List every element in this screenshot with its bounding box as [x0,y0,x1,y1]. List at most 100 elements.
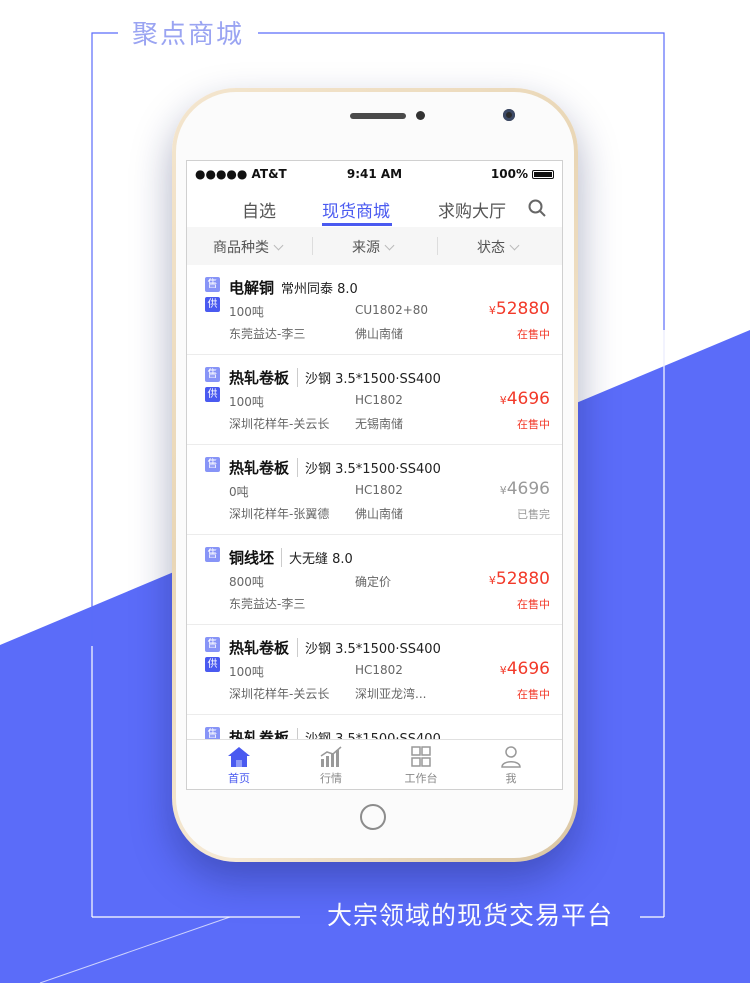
nav-me[interactable]: 我 [481,746,541,786]
item-quantity: 100吨 [229,395,264,409]
supply-badge: 供 [205,387,220,402]
battery-percent: 100% [490,167,528,181]
item-code: CU1802+80 [355,303,429,317]
item-spec: 沙钢 3.5*1500·SS400 [297,638,441,657]
filter-source-label: 来源 [352,240,380,256]
list-item[interactable]: 售 铜线坯 大无缝 8.0 800吨 确定价 东莞益达-李三 ¥52880 在售… [187,535,562,625]
nav-home-label: 首页 [228,772,250,785]
earpiece-speaker [350,113,406,119]
filter-divider [312,237,313,255]
item-status: 在售中 [517,328,550,341]
tab-favorites[interactable]: 自选 [242,197,276,222]
filter-status[interactable]: 状态 [477,237,520,257]
home-button[interactable] [360,804,386,830]
currency-symbol: ¥ [499,664,507,677]
sell-badge: 售 [205,547,220,562]
top-tabs: 自选 现货商城 求购大厅 [187,187,562,227]
item-spec: 沙钢 3.5*1500·SS400 [297,368,441,387]
item-price-value: 52880 [495,569,550,589]
supply-badge: 供 [205,297,220,312]
item-seller: 深圳花样年-关云长 [229,687,330,701]
item-price: ¥52880 [489,299,550,319]
promo-title: 聚点商城 [118,14,258,51]
active-tab-indicator [322,223,392,226]
item-code: HC1802 [355,393,403,407]
item-seller: 东莞益达-李三 [229,327,306,341]
list-item[interactable]: 售 供 热轧卷板 沙钢 3.5*1500·SS400 100吨 HC1802 深… [187,625,562,715]
item-spec: 常州同泰 8.0 [281,282,358,297]
home-icon [228,747,250,767]
item-price-value: 4696 [506,659,550,679]
item-quantity: 0吨 [229,485,249,499]
list-item[interactable]: 售 热轧卷板 沙钢 3.5*1500·SS400 0吨 HC1802 深圳花样年… [187,445,562,535]
item-code: 确定价 [355,575,392,589]
currency-symbol: ¥ [499,394,507,407]
promo-slogan: 大宗领域的现货交易平台 [300,896,640,932]
item-spec: 大无缝 8.0 [281,548,353,567]
item-warehouse: 深圳亚龙湾... [355,687,427,701]
battery-icon [532,170,554,179]
front-camera-icon [503,109,515,121]
bottom-nav: 首页 行情 工作台 我 [187,739,562,789]
item-warehouse: 佛山南储 [355,327,404,341]
supply-badge: 供 [205,657,220,672]
filter-status-label: 状态 [477,240,505,256]
chart-icon [320,746,342,767]
item-seller: 东莞益达-李三 [229,597,306,611]
currency-symbol: ¥ [488,304,496,317]
item-seller: 深圳花样年-关云长 [229,417,330,431]
chevron-down-icon [273,240,284,251]
item-price: ¥4696 [500,389,550,409]
sell-badge: 售 [205,277,220,292]
item-quantity: 800吨 [229,575,264,589]
currency-symbol: ¥ [488,574,496,587]
product-list: 售 供 电解铜 常州同泰 8.0 100吨 CU1802+80 东莞益达-李三 … [187,265,562,741]
item-quantity: 100吨 [229,305,264,319]
item-price-value: 4696 [506,389,550,409]
nav-market-label: 行情 [320,772,342,785]
status-bar: ●●●●● AT&T 9:41 AM 100% [187,161,562,187]
sell-badge: 售 [205,637,220,652]
item-status: 在售中 [517,688,550,701]
sell-badge: 售 [205,367,220,382]
nav-me-label: 我 [505,772,517,785]
item-status: 已售完 [517,508,550,521]
item-title: 热轧卷板 [229,369,290,387]
item-quantity: 100吨 [229,665,264,679]
list-item[interactable]: 售 热轧卷板 沙钢 3.5*1500·SS400 [187,715,562,741]
filter-category-label: 商品种类 [213,240,269,256]
filter-bar: 商品种类 来源 状态 [187,227,562,265]
item-price-value: 4696 [506,479,550,499]
nav-home[interactable]: 首页 [209,746,269,786]
item-warehouse: 无锡南储 [355,417,404,431]
tab-spot-mall[interactable]: 现货商城 [322,197,390,222]
item-code: HC1802 [355,483,403,497]
item-code: HC1802 [355,663,403,677]
item-warehouse: 佛山南储 [355,507,404,521]
sell-badge: 售 [205,457,220,472]
list-item[interactable]: 售 供 热轧卷板 沙钢 3.5*1500·SS400 100吨 HC1802 深… [187,355,562,445]
tab-purchase-hall[interactable]: 求购大厅 [438,197,506,222]
item-price: ¥52880 [489,569,550,589]
currency-symbol: ¥ [499,484,507,497]
nav-workbench-label: 工作台 [404,772,438,785]
chevron-down-icon [384,240,395,251]
item-spec: 沙钢 3.5*1500·SS400 [297,458,441,477]
user-icon [501,746,521,768]
filter-category[interactable]: 商品种类 [213,237,284,257]
item-title: 热轧卷板 [229,459,290,477]
filter-divider [437,237,438,255]
item-title: 热轧卷板 [229,639,290,657]
nav-market[interactable]: 行情 [301,746,361,786]
item-price: ¥4696 [500,479,550,499]
item-seller: 深圳花样年-张翼德 [229,507,330,521]
phone-screen: ●●●●● AT&T 9:41 AM 100% 自选 现货商城 求购大厅 商品种… [186,160,563,790]
grid-icon [411,746,431,767]
item-price-value: 52880 [495,299,550,319]
proximity-sensor [416,111,425,120]
search-icon[interactable] [528,199,546,217]
chevron-down-icon [509,240,520,251]
nav-workbench[interactable]: 工作台 [391,746,451,786]
list-item[interactable]: 售 供 电解铜 常州同泰 8.0 100吨 CU1802+80 东莞益达-李三 … [187,265,562,355]
filter-source[interactable]: 来源 [352,237,395,257]
